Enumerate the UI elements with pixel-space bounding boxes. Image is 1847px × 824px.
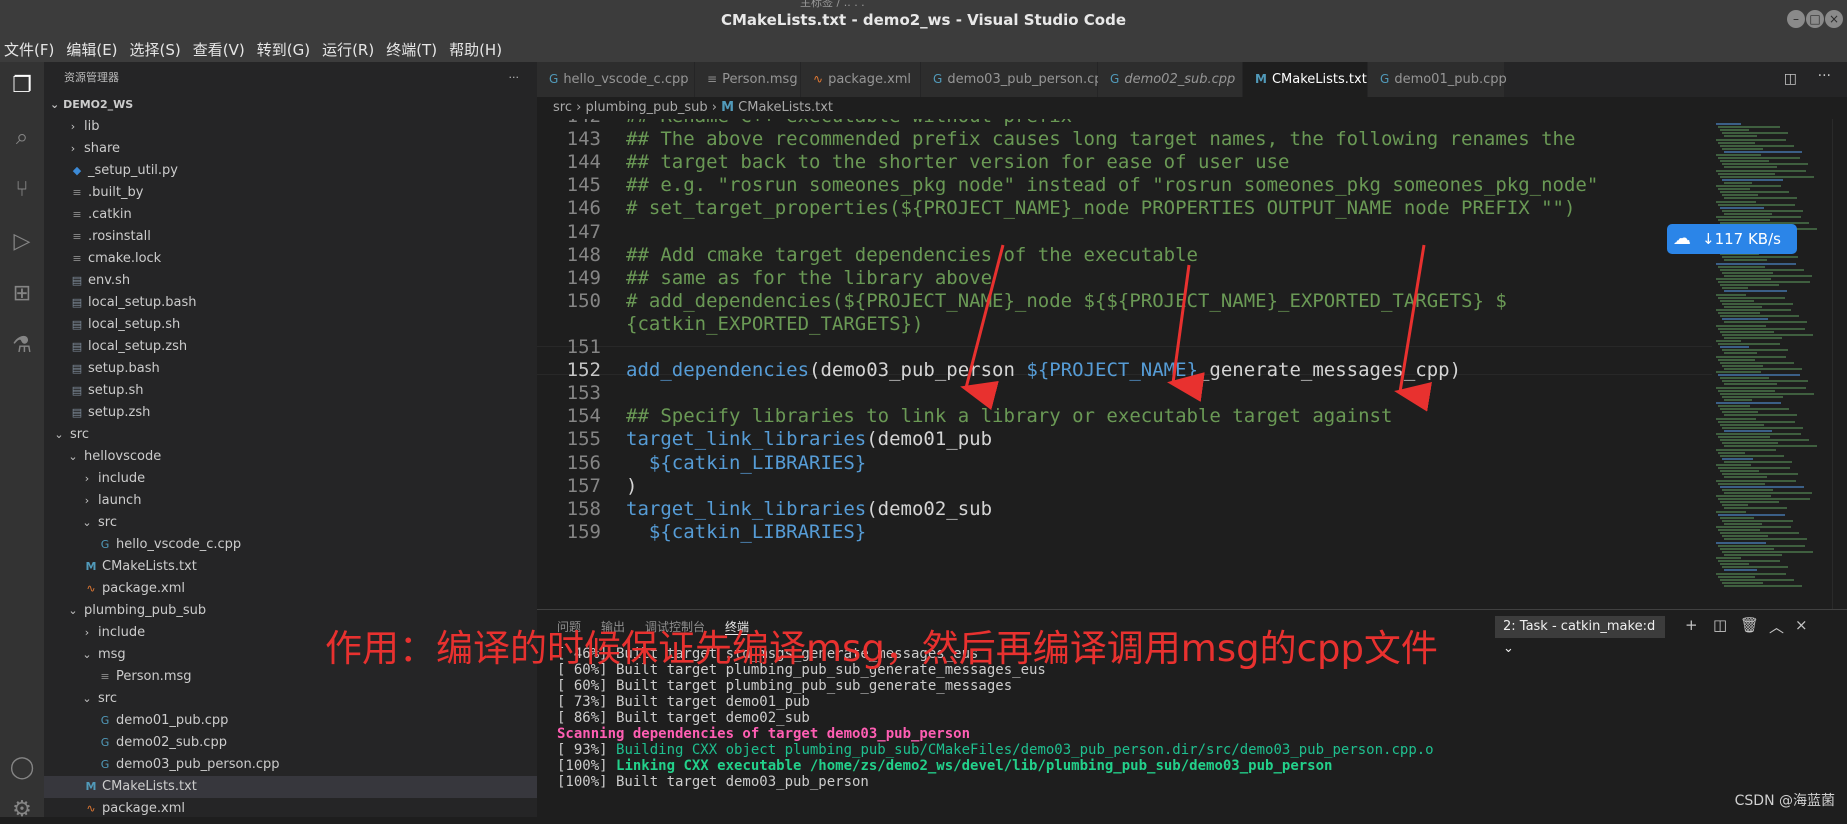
annotation-arrows: [960, 244, 1433, 412]
arrow-to-target: [960, 244, 1005, 411]
csdn-watermark: CSDN @海蓝菌: [1734, 793, 1835, 809]
arrow-to-project-name: [1167, 264, 1205, 402]
arrow-to-generate-messages: [1394, 244, 1433, 412]
annotation-text: 作用：编译的时候保证先编译msg，然后再编译调用msg的cpp文件: [325, 627, 1438, 670]
